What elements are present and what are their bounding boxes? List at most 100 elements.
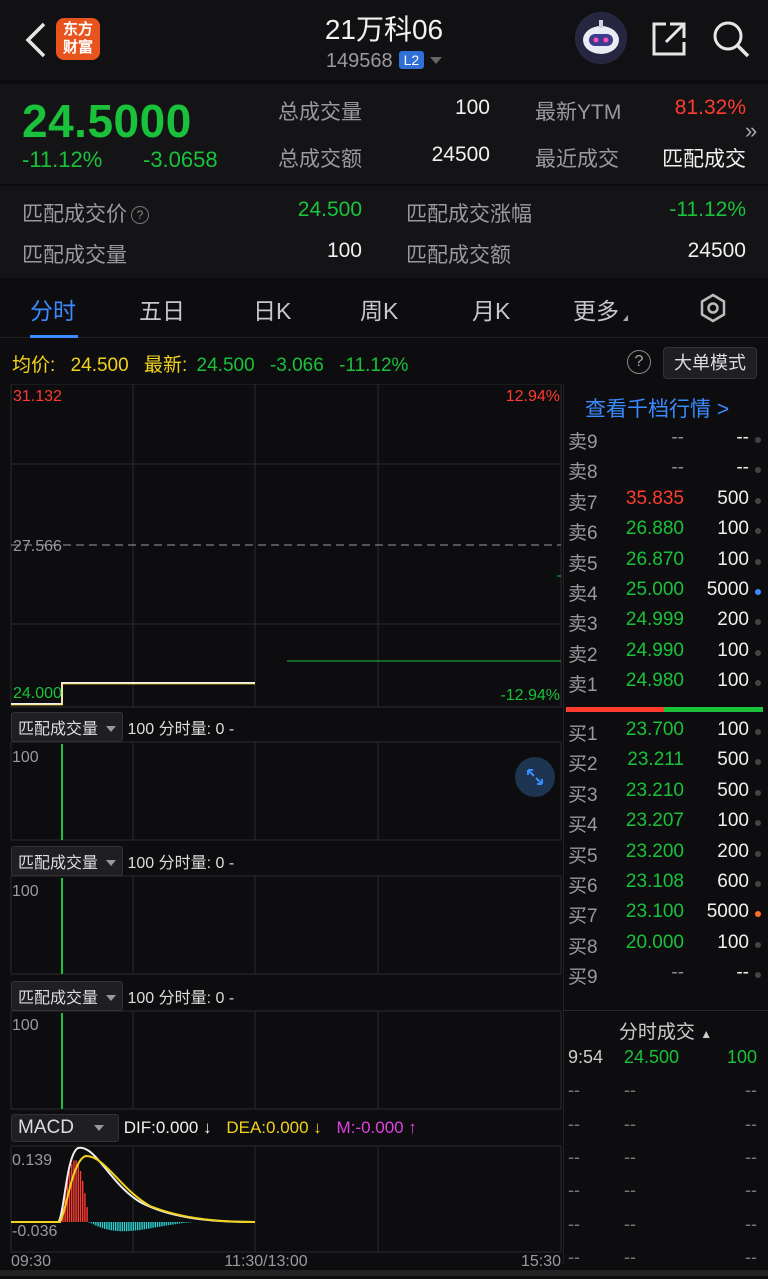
level-price: -- — [671, 427, 684, 448]
level-price: -- — [671, 457, 684, 479]
volume-axis-label: 100 — [12, 883, 39, 900]
level-label: 卖5 — [568, 553, 598, 575]
macd-bar — [95, 1222, 97, 1226]
level-volume: 100 — [717, 810, 749, 832]
order-book-row[interactable]: 卖7 35.835 500 — [568, 488, 763, 518]
level-price: 23.108 — [625, 871, 684, 892]
level-dot-icon — [755, 941, 761, 948]
help-icon[interactable]: ? — [627, 350, 651, 374]
order-book-row[interactable]: 买7 23.100 5000 — [568, 901, 763, 931]
tick-time: -- — [568, 1180, 580, 1201]
view-depth-link[interactable]: 查看千档行情 > — [585, 393, 729, 423]
tab-weekly-k[interactable]: 周K — [360, 292, 398, 326]
level-dot-icon — [755, 528, 761, 535]
tab-more[interactable]: 更多 — [573, 292, 628, 326]
latest-value: 24.500 — [196, 355, 255, 376]
indicator-selector-label: 匹配成交量 — [18, 990, 99, 1007]
big-order-mode-button[interactable]: 大单模式 — [663, 347, 757, 379]
macd-dif-text: DIF:0.000 ↓ — [123, 1118, 212, 1137]
dropdown-icon — [106, 995, 117, 1001]
share-icon[interactable] — [648, 18, 690, 60]
level-volume: 200 — [717, 609, 749, 631]
indicator-selector[interactable]: 匹配成交量 — [11, 846, 124, 876]
indicator-selector[interactable]: 匹配成交量 — [11, 981, 124, 1011]
search-icon[interactable] — [710, 18, 752, 60]
gear-icon[interactable] — [697, 292, 729, 324]
tick-trades-header[interactable]: 分时成交 ▲ — [568, 1017, 763, 1044]
match-price-value: 24.500 — [297, 198, 362, 221]
level-label: 卖1 — [568, 675, 598, 697]
pct-min-label: -12.94% — [500, 687, 560, 704]
time-label-open: 09:30 — [11, 1253, 51, 1270]
macd-bar — [117, 1222, 119, 1232]
order-book-row[interactable]: 卖6 26.880 100 — [568, 518, 763, 548]
expand-chevron-icon[interactable]: » — [745, 118, 757, 144]
level-price: 24.990 — [625, 639, 684, 661]
active-tab-indicator — [30, 335, 78, 338]
latest-label: 最新: — [143, 355, 188, 376]
macd-bar — [108, 1222, 110, 1230]
level-dot-icon — [755, 789, 761, 796]
level-price: 35.835 — [625, 487, 684, 509]
order-book-row[interactable]: 买8 20.000 100 — [568, 932, 763, 962]
order-book-row[interactable]: 卖9 -- -- — [568, 427, 763, 457]
macd-bar — [165, 1222, 167, 1226]
macd-bar — [112, 1222, 115, 1231]
tick-vol: -- — [745, 1246, 757, 1267]
order-book-row[interactable]: 买2 23.211 500 — [568, 749, 763, 779]
order-book-row[interactable]: 买5 23.200 200 — [568, 841, 763, 871]
volume-panel-3: 100 — [10, 1010, 562, 1110]
level-price: 24.980 — [625, 670, 684, 692]
expand-icon[interactable] — [515, 757, 555, 797]
match-amount-label: 匹配成交额 — [406, 244, 511, 267]
ytm-value: 81.32% — [674, 96, 746, 119]
tab-monthly-k[interactable]: 月K — [472, 292, 510, 326]
level-label: 卖4 — [568, 584, 598, 605]
level-dot-icon — [755, 497, 761, 504]
tick-vol: -- — [745, 1080, 757, 1101]
level-volume: -- — [736, 427, 749, 448]
level-label: 卖6 — [568, 523, 598, 545]
order-book-row[interactable]: 卖1 24.980 100 — [568, 670, 763, 700]
macd-bar — [88, 1222, 90, 1223]
tab-intraday[interactable]: 分时 — [30, 292, 76, 326]
assistant-robot-icon[interactable] — [575, 12, 627, 64]
order-book-row[interactable]: 买9 -- -- — [568, 962, 763, 992]
order-book-row[interactable]: 买6 23.108 600 — [568, 871, 763, 901]
macd-bar — [93, 1222, 95, 1225]
order-book-row[interactable]: 卖3 24.999 200 — [568, 609, 763, 639]
level-label: 买5 — [568, 845, 598, 867]
indicator-selector[interactable]: MACD — [11, 1114, 119, 1142]
help-icon[interactable]: ? — [131, 206, 149, 224]
order-book-row[interactable]: 卖2 24.990 100 — [568, 640, 763, 670]
total-volume-value: 100 — [454, 96, 490, 119]
tab-five-day[interactable]: 五日 — [139, 292, 185, 326]
level-volume: 100 — [717, 518, 749, 540]
level-volume: 5000 — [706, 579, 749, 600]
macd-bar — [170, 1222, 172, 1225]
latest-pct: -11.12% — [339, 355, 409, 376]
macd-y-max: 0.139 — [12, 1152, 52, 1169]
macd-bar — [185, 1222, 187, 1223]
order-book-row[interactable]: 买4 23.207 100 — [568, 810, 763, 840]
bottom-scrollbar[interactable] — [0, 1270, 768, 1276]
level-price: -- — [671, 962, 684, 984]
avg-value: 24.500 — [70, 355, 129, 376]
divider — [563, 1010, 768, 1011]
order-book-row[interactable]: 买1 23.700 100 — [568, 719, 763, 749]
macd-bar — [159, 1222, 161, 1227]
order-book-row[interactable]: 卖4 25.000 5000 — [568, 579, 763, 609]
tab-daily-k[interactable]: 日K — [253, 292, 291, 326]
indicator-selector[interactable]: 匹配成交量 — [11, 712, 124, 742]
macd-bar — [167, 1222, 170, 1226]
order-book-row[interactable]: 买3 23.210 500 — [568, 780, 763, 810]
order-book-row[interactable]: 卖8 -- -- — [568, 457, 763, 487]
total-volume-label: 总成交量 — [278, 101, 362, 124]
level-volume: 500 — [717, 779, 749, 801]
order-book-row[interactable]: 卖5 26.870 100 — [568, 549, 763, 579]
macd-bar — [82, 1180, 84, 1222]
level-dot-icon — [755, 820, 761, 827]
macd-panel-header: MACD DIF:0.000 ↓ DEA:0.000 ↓ M:-0.000 ↑ — [11, 1114, 417, 1142]
macd-panel: 0.139 -0.036 — [10, 1145, 562, 1253]
latest-change: -3.066 — [269, 355, 324, 376]
